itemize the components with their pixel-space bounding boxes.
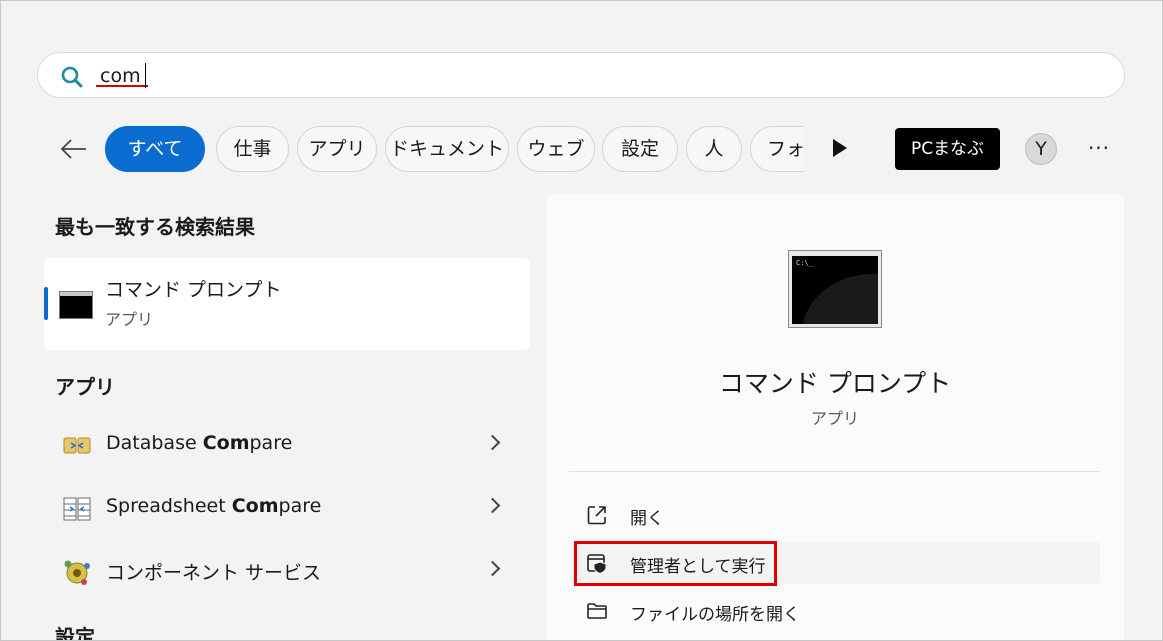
action-open[interactable]: 開く: [571, 494, 1100, 536]
app-label: Spreadsheet Compare: [106, 495, 322, 517]
best-match-item[interactable]: コマンド プロンプト アプリ: [44, 258, 530, 350]
list-item-component-services[interactable]: コンポーネント サービス: [44, 546, 530, 598]
back-arrow-icon[interactable]: [59, 137, 89, 161]
console-screen: C:\_: [792, 256, 878, 324]
search-window: すべて 仕事 アプリ ドキュメント ウェブ 設定 人 フォルダー PCまなぶ Y…: [0, 0, 1163, 641]
chevron-right-icon[interactable]: [484, 560, 501, 577]
command-prompt-icon: [59, 291, 93, 319]
folder-icon: [587, 603, 607, 619]
preview-title: コマンド プロンプト: [718, 369, 952, 398]
filter-tabs: すべて 仕事 アプリ ドキュメント ウェブ 設定 人 フォルダー: [105, 121, 803, 177]
scroll-right-icon[interactable]: [833, 139, 847, 157]
chevron-right-icon[interactable]: [484, 434, 501, 451]
tab-web[interactable]: ウェブ: [517, 126, 595, 172]
tab-work[interactable]: 仕事: [216, 126, 289, 172]
tab-settings[interactable]: 設定: [602, 126, 678, 172]
settings-heading: 設定: [55, 625, 95, 641]
best-match-subtitle: アプリ: [105, 310, 154, 329]
app-label: コンポーネント サービス: [106, 562, 322, 584]
action-label: 開く: [630, 509, 664, 529]
command-prompt-large-icon: C:\_: [788, 250, 882, 328]
tab-people[interactable]: 人: [686, 126, 742, 172]
database-compare-icon: [63, 437, 91, 454]
list-item-spreadsheet-compare[interactable]: Spreadsheet Compare: [44, 483, 530, 535]
avatar[interactable]: Y: [1025, 133, 1057, 165]
text-caret: [145, 63, 146, 88]
tab-folders[interactable]: フォルダー: [750, 126, 803, 172]
search-input[interactable]: [100, 61, 1000, 91]
app-label: Database Compare: [106, 432, 293, 454]
chevron-right-icon[interactable]: [484, 497, 501, 514]
console-prompt-text: C:\_: [796, 259, 813, 267]
preview-subtitle: アプリ: [810, 409, 859, 428]
tab-apps[interactable]: アプリ: [297, 126, 377, 172]
best-match-heading: 最も一致する検索結果: [55, 215, 255, 239]
apps-heading: アプリ: [55, 375, 115, 399]
list-item-database-compare[interactable]: Database Compare: [44, 420, 530, 472]
search-icon: [61, 66, 83, 88]
more-options-icon[interactable]: ···: [1084, 135, 1114, 161]
selection-indicator: [44, 287, 48, 320]
tab-documents[interactable]: ドキュメント: [385, 126, 509, 172]
action-open-file-location[interactable]: ファイルの場所を開く: [571, 590, 1100, 632]
account-button[interactable]: PCまなぶ: [895, 128, 1000, 170]
component-services-icon: [64, 560, 90, 585]
divider: [569, 471, 1100, 472]
spellcheck-underline: [96, 85, 148, 87]
open-external-icon: [587, 506, 606, 525]
action-label: ファイルの場所を開く: [630, 605, 800, 625]
spreadsheet-compare-icon: [63, 497, 91, 521]
search-box[interactable]: [37, 52, 1125, 98]
highlight-annotation-box: [574, 541, 777, 586]
best-match-title: コマンド プロンプト: [105, 279, 282, 301]
tab-all[interactable]: すべて: [105, 126, 205, 172]
